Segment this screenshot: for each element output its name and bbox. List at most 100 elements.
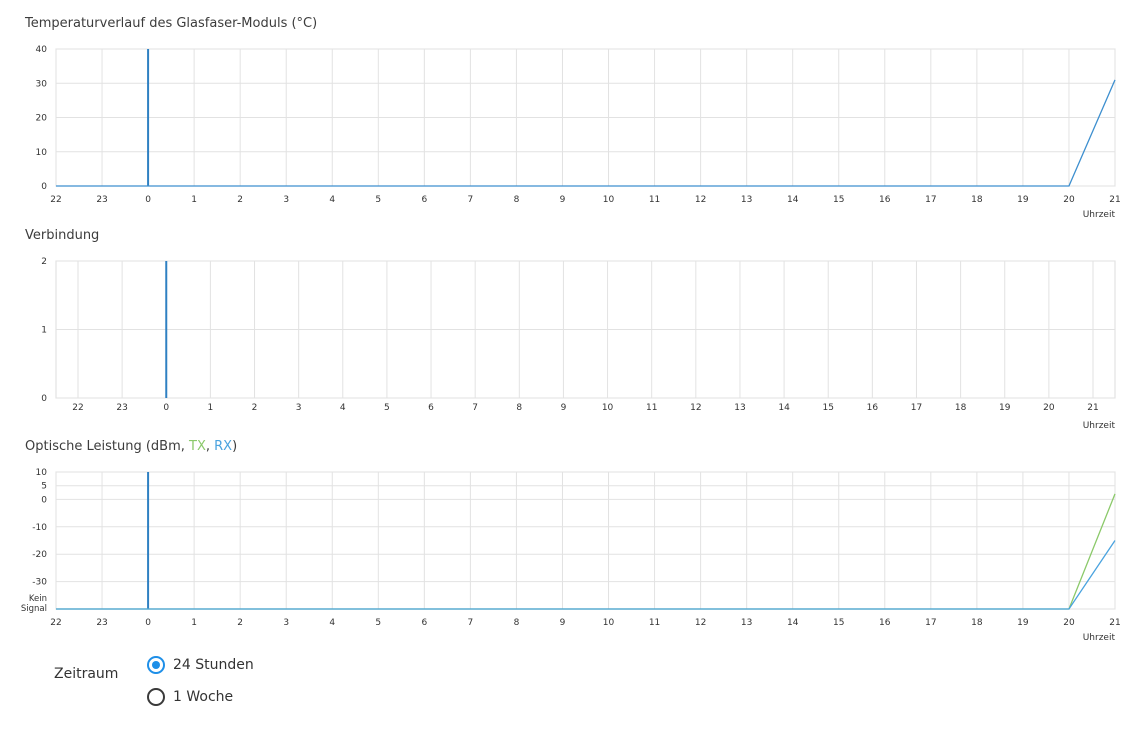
y-tick-label: Kein <box>29 594 47 604</box>
x-tick-label: 6 <box>421 618 427 628</box>
x-tick-label: 14 <box>787 618 799 628</box>
x-tick-label: 4 <box>340 403 346 413</box>
connection-chart-title: Verbindung <box>25 228 100 243</box>
radio-24-hours[interactable]: 24 Stunden <box>147 656 254 674</box>
optical-title-prefix: Optische Leistung (dBm, <box>25 439 190 454</box>
radio-24-hours-indicator[interactable] <box>147 656 165 674</box>
x-tick-label: 11 <box>646 403 657 413</box>
x-tick-label: 12 <box>690 403 701 413</box>
x-tick-label: 17 <box>911 403 922 413</box>
optical-title-suffix: ) <box>232 439 238 454</box>
temperature-chart-title: Temperaturverlauf des Glasfaser-Moduls (… <box>25 16 318 31</box>
x-tick-label: 6 <box>428 403 434 413</box>
x-tick-label: 21 <box>1109 618 1120 628</box>
x-tick-label: 13 <box>734 403 745 413</box>
x-axis-label: Uhrzeit <box>1083 633 1116 643</box>
y-tick-label: -20 <box>32 550 47 560</box>
x-tick-label: 15 <box>833 195 844 205</box>
y-tick-label: 0 <box>41 182 47 192</box>
y-tick-label: 0 <box>41 495 47 505</box>
series-line <box>56 79 1116 187</box>
x-axis-label: Uhrzeit <box>1083 421 1116 431</box>
x-tick-label: 1 <box>191 195 197 205</box>
radio-24-hours-label[interactable]: 24 Stunden <box>173 657 254 673</box>
x-tick-label: 19 <box>1017 195 1029 205</box>
x-tick-label: 6 <box>421 195 427 205</box>
x-tick-label: 3 <box>283 195 289 205</box>
optical-power-chart-title: Optische Leistung (dBm, TX, RX) <box>25 439 237 454</box>
radio-1-week[interactable]: 1 Woche <box>147 688 233 706</box>
y-tick-label: 40 <box>36 45 48 55</box>
radio-1-week-label[interactable]: 1 Woche <box>173 689 233 705</box>
optical-title-sep: , <box>205 439 215 454</box>
y-tick-label: 0 <box>41 394 47 404</box>
x-tick-label: 1 <box>191 618 197 628</box>
x-tick-label: 11 <box>649 618 660 628</box>
x-tick-label: 5 <box>384 403 390 413</box>
x-tick-label: 8 <box>516 403 522 413</box>
x-tick-label: 23 <box>96 195 107 205</box>
y-tick-label: 10 <box>36 468 48 478</box>
x-tick-label: 2 <box>237 195 243 205</box>
x-tick-label: 13 <box>741 195 752 205</box>
x-tick-label: 15 <box>822 403 833 413</box>
x-tick-label: 3 <box>296 403 302 413</box>
x-tick-label: 12 <box>695 618 706 628</box>
series-line-tx <box>56 493 1116 610</box>
x-tick-label: 22 <box>72 403 83 413</box>
x-tick-label: 21 <box>1087 403 1098 413</box>
x-tick-label: 9 <box>560 195 566 205</box>
y-tick-label: 5 <box>41 482 47 492</box>
x-tick-label: 21 <box>1109 195 1120 205</box>
x-tick-label: 18 <box>971 195 983 205</box>
x-tick-label: 9 <box>560 618 566 628</box>
x-tick-label: 19 <box>999 403 1011 413</box>
x-tick-label: 0 <box>145 195 151 205</box>
x-tick-label: 16 <box>879 195 891 205</box>
x-tick-label: 17 <box>925 618 936 628</box>
y-tick-label: -30 <box>32 578 47 588</box>
connection-chart: 22 23 0 1 2 3 4 5 6 7 8 9 10 11 12 13 14 15 16 17 18 19 20 2101… <box>41 257 1116 431</box>
timeframe-label: Zeitraum <box>54 666 119 682</box>
series-line-rx <box>56 540 1116 610</box>
temperature-chart: 22 23 0 1 2 3 4 5 6 7 8 9 10 11 12 13 14 15 16 17 18 19 20 2101… <box>36 45 1121 220</box>
x-tick-label: 14 <box>787 195 799 205</box>
x-tick-label: 22 <box>50 195 61 205</box>
y-tick-label: Signal <box>21 604 47 614</box>
x-tick-label: 17 <box>925 195 936 205</box>
x-tick-label: 4 <box>329 195 335 205</box>
timeframe-controls: Zeitraum 24 Stunden 1 Woche <box>0 650 1142 734</box>
x-tick-label: 18 <box>971 618 983 628</box>
x-tick-label: 0 <box>145 618 151 628</box>
y-tick-label: 2 <box>41 257 47 267</box>
y-tick-label: 10 <box>36 148 48 158</box>
y-tick-label: 20 <box>36 114 48 124</box>
x-tick-label: 19 <box>1017 618 1029 628</box>
x-tick-label: 5 <box>375 618 381 628</box>
x-tick-label: 10 <box>602 403 614 413</box>
y-tick-label: -10 <box>32 523 47 533</box>
x-tick-label: 3 <box>283 618 289 628</box>
optical-power-chart: 22 23 0 1 2 3 4 5 6 7 8 9 10 11 12 13 14 15 16 17 18 19 20 21Ke… <box>21 468 1121 643</box>
x-tick-label: 0 <box>163 403 169 413</box>
x-tick-label: 11 <box>649 195 660 205</box>
y-tick-label: 30 <box>36 79 48 89</box>
x-tick-label: 23 <box>96 618 107 628</box>
x-tick-label: 10 <box>603 195 615 205</box>
x-tick-label: 2 <box>237 618 243 628</box>
optical-title-tx: TX <box>189 439 206 454</box>
x-tick-label: 22 <box>50 618 61 628</box>
x-tick-label: 9 <box>561 403 567 413</box>
x-tick-label: 15 <box>833 618 844 628</box>
x-tick-label: 2 <box>252 403 258 413</box>
radio-1-week-indicator[interactable] <box>147 688 165 706</box>
x-tick-label: 10 <box>603 618 615 628</box>
x-tick-label: 7 <box>468 618 474 628</box>
x-tick-label: 7 <box>468 195 474 205</box>
x-tick-label: 8 <box>514 195 520 205</box>
x-tick-label: 8 <box>514 618 520 628</box>
x-tick-label: 7 <box>472 403 478 413</box>
plot-frame <box>55 471 1116 610</box>
x-tick-label: 4 <box>329 618 335 628</box>
x-tick-label: 20 <box>1063 618 1075 628</box>
